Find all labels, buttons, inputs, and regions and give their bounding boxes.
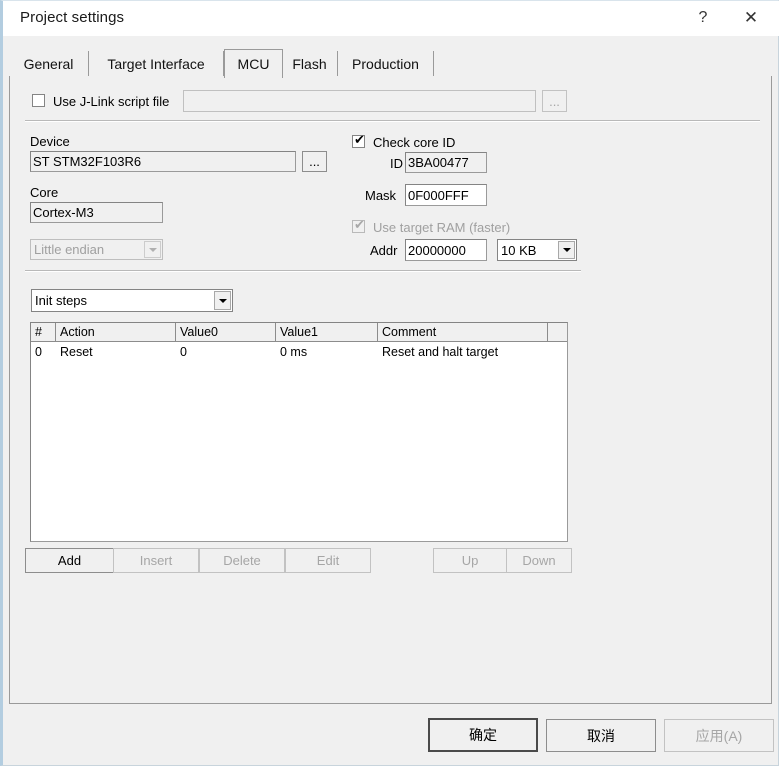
- column-header-spacer[interactable]: [548, 323, 567, 341]
- tab-mcu-label: MCU: [237, 56, 270, 72]
- tab-flash[interactable]: Flash: [282, 51, 338, 76]
- add-step-button[interactable]: Add: [25, 548, 114, 573]
- ram-size-value: 10 KB: [501, 242, 537, 258]
- core-mask-input[interactable]: 0F000FFF: [405, 184, 487, 206]
- separator-top: [25, 120, 760, 122]
- apply-button[interactable]: 应用(A): [664, 719, 774, 752]
- script-file-browse-button[interactable]: ...: [542, 90, 567, 112]
- table-row[interactable]: 0 Reset 0 0 ms Reset and halt target: [31, 342, 567, 361]
- tab-strip: General Target Interface MCU Flash Produ…: [9, 49, 773, 78]
- chevron-down-icon[interactable]: [214, 291, 231, 310]
- ram-addr-input[interactable]: 20000000: [405, 239, 487, 261]
- help-icon[interactable]: ?: [681, 1, 725, 35]
- tab-target-interface[interactable]: Target Interface: [89, 51, 224, 76]
- endianness-combobox[interactable]: Little endian: [30, 239, 163, 260]
- use-jlink-script-file-checkbox[interactable]: [32, 94, 45, 107]
- core-input: Cortex-M3: [30, 202, 163, 223]
- cancel-button[interactable]: 取消: [546, 719, 656, 752]
- cell-value0: 0: [180, 344, 187, 359]
- core-id-input[interactable]: 3BA00477: [405, 152, 487, 173]
- delete-step-button[interactable]: Delete: [199, 548, 285, 573]
- tab-production-label: Production: [352, 55, 419, 72]
- endianness-value: Little endian: [34, 242, 105, 257]
- edit-step-button[interactable]: Edit: [285, 548, 371, 573]
- chevron-down-icon[interactable]: [558, 241, 575, 259]
- device-input[interactable]: ST STM32F103R6: [30, 151, 296, 172]
- use-target-ram-checkbox[interactable]: ✔: [352, 218, 365, 233]
- column-header-value0[interactable]: Value0: [176, 323, 276, 341]
- tab-target-interface-label: Target Interface: [107, 55, 205, 72]
- chevron-down-icon[interactable]: [144, 241, 161, 258]
- column-header-num[interactable]: #: [31, 323, 56, 341]
- tab-general[interactable]: General: [9, 51, 89, 76]
- use-target-ram-label: Use target RAM (faster): [373, 220, 511, 235]
- cell-action: Reset: [60, 344, 93, 359]
- column-header-action[interactable]: Action: [56, 323, 176, 341]
- separator-middle: [25, 270, 581, 272]
- use-jlink-script-file-label: Use J-Link script file: [53, 94, 170, 109]
- cell-num: 0: [35, 344, 42, 359]
- cell-comment: Reset and halt target: [382, 344, 499, 359]
- cell-value1: 0 ms: [280, 344, 308, 359]
- device-label: Device: [30, 134, 70, 149]
- check-core-id-checkbox[interactable]: ✔: [352, 133, 365, 148]
- steps-mode-value: Init steps: [35, 293, 88, 308]
- device-browse-button[interactable]: ...: [302, 151, 327, 172]
- tab-mcu[interactable]: MCU: [224, 49, 282, 78]
- core-id-label: ID: [390, 156, 403, 171]
- insert-step-button[interactable]: Insert: [113, 548, 199, 573]
- tab-production[interactable]: Production: [338, 51, 434, 76]
- titlebar: Project settings ? ✕: [3, 1, 779, 36]
- window-title: Project settings: [20, 9, 125, 26]
- core-label: Core: [30, 185, 59, 200]
- steps-mode-combobox[interactable]: Init steps: [31, 289, 233, 312]
- move-step-down-button[interactable]: Down: [506, 548, 572, 573]
- core-mask-label: Mask: [365, 188, 397, 203]
- ram-addr-label: Addr: [370, 243, 398, 258]
- move-step-up-button[interactable]: Up: [433, 548, 507, 573]
- checkmark-icon: ✔: [354, 218, 365, 233]
- init-steps-table[interactable]: # Action Value0 Value1 Comment 0 Reset 0…: [30, 322, 568, 542]
- close-icon[interactable]: ✕: [729, 1, 773, 35]
- tab-general-label: General: [23, 55, 74, 72]
- ram-size-combobox[interactable]: 10 KB: [497, 239, 577, 261]
- column-header-value1[interactable]: Value1: [276, 323, 378, 341]
- project-settings-dialog: Project settings ? ✕ General Target Inte…: [0, 0, 779, 766]
- tab-flash-label: Flash: [292, 55, 327, 72]
- column-header-comment[interactable]: Comment: [378, 323, 548, 341]
- check-core-id-label: Check core ID: [373, 135, 456, 150]
- script-file-path-input[interactable]: [183, 90, 536, 112]
- ok-button[interactable]: 确定: [428, 718, 538, 752]
- checkmark-icon: ✔: [354, 133, 365, 148]
- table-header-row: # Action Value0 Value1 Comment: [31, 323, 567, 342]
